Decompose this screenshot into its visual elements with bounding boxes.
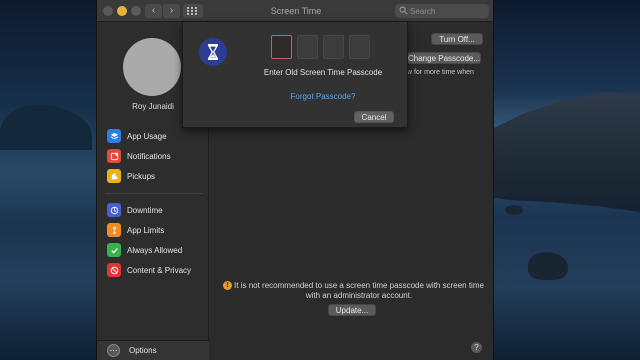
sidebar-item-content-privacy[interactable]: Content & Privacy <box>107 262 207 278</box>
update-button[interactable]: Update... <box>328 304 376 316</box>
sidebar-item-always-allowed[interactable]: Always Allowed <box>107 242 207 258</box>
more-time-text: w for more time when <box>407 69 474 76</box>
notifications-icon <box>107 149 121 163</box>
options-label: Options <box>129 346 157 355</box>
warning-icon: ! <box>223 281 232 290</box>
passcode-digit-3[interactable] <box>323 35 344 59</box>
sidebar-item-label: App Limits <box>127 225 165 235</box>
desktop-rock <box>528 252 568 280</box>
change-passcode-button[interactable]: Change Passcode... <box>405 52 481 64</box>
sidebar-item-label: Notifications <box>127 151 171 161</box>
sidebar-item-pickups[interactable]: Pickups <box>107 168 207 184</box>
screen-time-window: ‹ › Screen Time Roy Junaidi <box>96 0 494 360</box>
options-button[interactable]: ⋯ Options <box>97 340 209 360</box>
search-field[interactable] <box>395 4 489 18</box>
desktop-rock-small <box>505 205 523 215</box>
app-limits-icon <box>107 223 121 237</box>
help-button[interactable]: ? <box>471 342 482 353</box>
sheet-title: Enter Old Screen Time Passcode <box>263 68 383 77</box>
pickups-icon <box>107 169 121 183</box>
sidebar-divider <box>105 193 203 194</box>
forgot-passcode-link[interactable]: Forgot Passcode? <box>243 92 403 101</box>
sidebar-item-label: Content & Privacy <box>127 265 192 275</box>
passcode-digit-1[interactable] <box>271 35 292 59</box>
passcode-digit-2[interactable] <box>297 35 318 59</box>
ellipsis-icon: ⋯ <box>107 344 120 357</box>
sidebar-item-app-usage[interactable]: App Usage <box>107 128 207 144</box>
search-icon <box>399 6 408 15</box>
titlebar: ‹ › Screen Time <box>97 0 493 22</box>
sidebar-item-notifications[interactable]: Notifications <box>107 148 207 164</box>
sidebar-item-app-limits[interactable]: App Limits <box>107 222 207 238</box>
layers-icon <box>107 129 121 143</box>
passcode-digit-4[interactable] <box>349 35 370 59</box>
avatar <box>123 38 181 96</box>
search-input[interactable] <box>410 4 486 18</box>
warning-text: It is not recommended to use a screen ti… <box>234 281 484 300</box>
restriction-icon <box>107 263 121 277</box>
desktop-left-scenery <box>0 0 96 360</box>
sidebar-item-downtime[interactable]: Downtime <box>107 202 207 218</box>
sidebar-item-label: Pickups <box>127 171 156 181</box>
turn-off-button[interactable]: Turn Off... <box>431 33 483 45</box>
checkmark-icon <box>107 243 121 257</box>
hourglass-icon <box>199 38 227 66</box>
sidebar-item-label: App Usage <box>127 131 167 141</box>
sidebar-item-label: Downtime <box>127 205 163 215</box>
downtime-icon <box>107 203 121 217</box>
cancel-button[interactable]: Cancel <box>354 111 394 123</box>
sidebar-item-label: Always Allowed <box>127 245 183 255</box>
